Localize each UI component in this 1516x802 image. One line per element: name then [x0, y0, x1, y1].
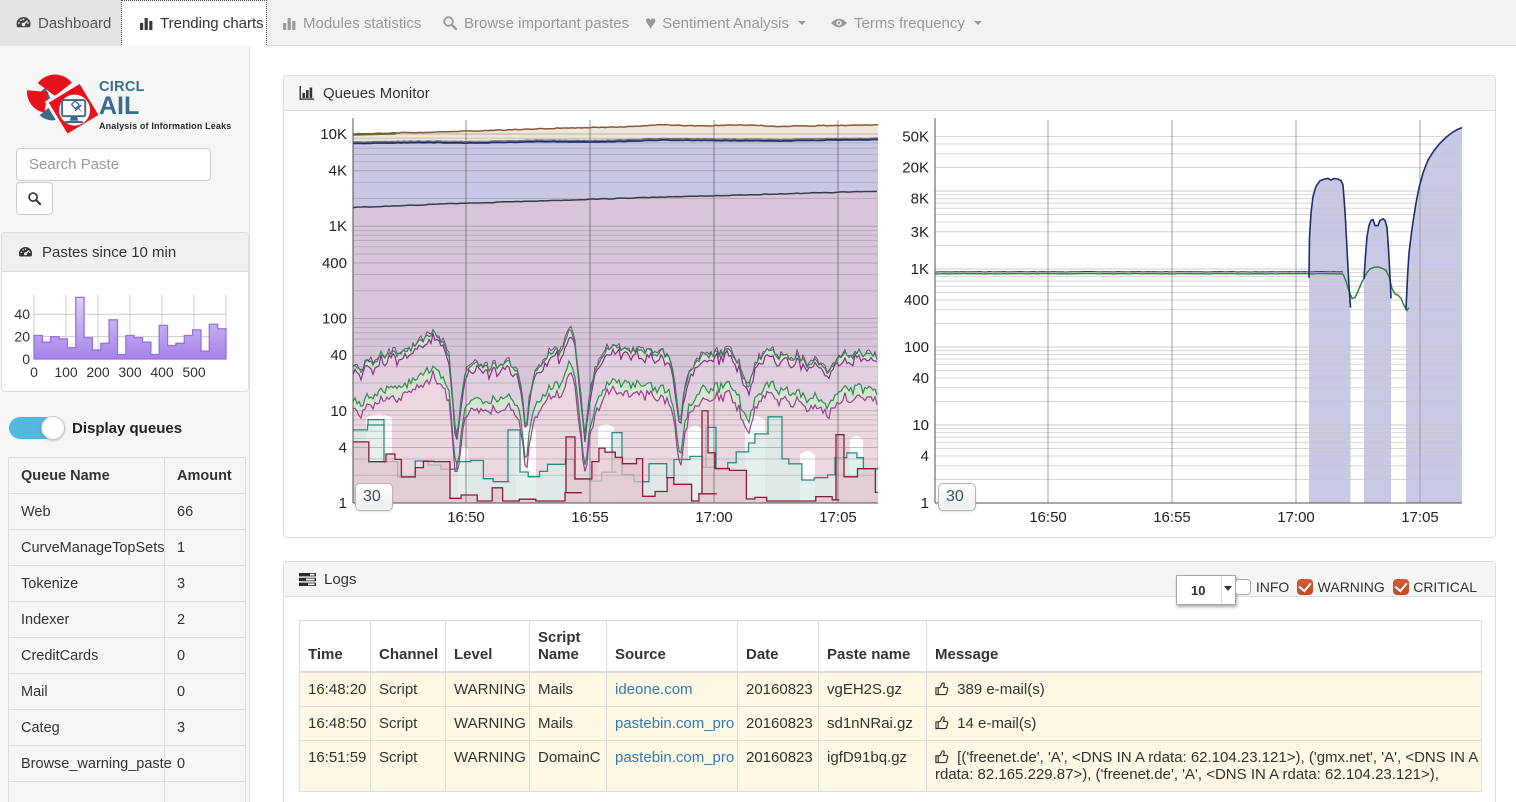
svg-text:20K: 20K — [902, 160, 929, 177]
svg-text:17:00: 17:00 — [1277, 509, 1315, 525]
svg-text:400: 400 — [150, 364, 174, 380]
svg-text:16:50: 16:50 — [1029, 509, 1067, 525]
svg-text:10K: 10K — [320, 126, 347, 143]
svg-text:1: 1 — [921, 495, 929, 512]
svg-text:3K: 3K — [911, 224, 929, 241]
svg-text:1K: 1K — [911, 261, 929, 278]
svg-text:40: 40 — [14, 306, 30, 322]
svg-text:16:55: 16:55 — [571, 509, 609, 525]
svg-text:50K: 50K — [902, 129, 929, 146]
svg-text:40: 40 — [912, 370, 929, 387]
svg-text:400: 400 — [904, 292, 929, 309]
svg-text:17:05: 17:05 — [1401, 509, 1439, 525]
svg-text:17:00: 17:00 — [695, 509, 733, 525]
svg-text:0: 0 — [22, 351, 30, 367]
svg-text:16:55: 16:55 — [1153, 509, 1191, 525]
svg-text:400: 400 — [322, 255, 347, 272]
svg-text:100: 100 — [904, 339, 929, 356]
svg-text:1K: 1K — [329, 218, 347, 235]
svg-text:10: 10 — [912, 417, 929, 434]
svg-text:200: 200 — [86, 364, 110, 380]
svg-text:500: 500 — [182, 364, 206, 380]
svg-text:20: 20 — [14, 329, 30, 345]
svg-text:0: 0 — [30, 364, 38, 380]
svg-text:16:50: 16:50 — [447, 509, 485, 525]
svg-text:1: 1 — [339, 495, 347, 512]
svg-text:4: 4 — [339, 440, 347, 457]
svg-text:40: 40 — [330, 347, 347, 364]
svg-text:8K: 8K — [911, 191, 929, 208]
svg-text:4: 4 — [921, 448, 929, 465]
svg-text:17:05: 17:05 — [819, 509, 857, 525]
svg-text:10: 10 — [330, 403, 347, 420]
svg-text:4K: 4K — [329, 163, 347, 180]
svg-text:100: 100 — [322, 311, 347, 328]
svg-text:100: 100 — [54, 364, 78, 380]
svg-text:300: 300 — [118, 364, 142, 380]
